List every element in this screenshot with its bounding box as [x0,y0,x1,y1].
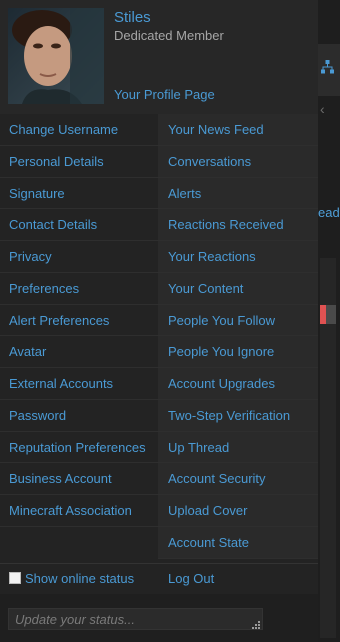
chevron-left-icon[interactable]: ‹ [320,100,334,118]
menu-item-upload-cover[interactable]: Upload Cover [158,495,318,527]
menu-item-account-upgrades[interactable]: Account Upgrades [158,368,318,400]
settings-column: Change Username Personal Details Signatu… [0,114,158,527]
menu-item-alert-preferences[interactable]: Alert Preferences [0,305,158,337]
menu-item-account-state[interactable]: Account State [158,526,318,559]
menu-item-contact-details[interactable]: Contact Details [0,209,158,241]
menu-item-reputation-preferences[interactable]: Reputation Preferences [0,432,158,464]
online-status-checkbox[interactable] [9,572,21,584]
menu-item-personal-details[interactable]: Personal Details [0,146,158,178]
menu-item-conversations[interactable]: Conversations [158,145,318,178]
resize-handle-icon[interactable] [252,621,260,629]
menu-item-people-you-follow[interactable]: People You Follow [158,304,318,337]
menu-item-password[interactable]: Password [0,400,158,432]
avatar-image [8,8,104,104]
menu-item-business-account[interactable]: Business Account [0,463,158,495]
show-online-status-label: Show online status [25,571,135,586]
menu-item-external-accounts[interactable]: External Accounts [0,368,158,400]
menu-item-preferences[interactable]: Preferences [0,273,158,305]
username[interactable]: Stiles [114,9,151,26]
menu-item-avatar[interactable]: Avatar [0,336,158,368]
show-online-status-toggle[interactable]: Show online status [9,571,134,586]
avatar[interactable] [8,8,104,104]
background-page: ‹ ead [318,0,340,642]
status-update-area [0,594,318,642]
menu-item-news-feed[interactable]: Your News Feed [158,114,318,146]
menu-footer: Show online status Log Out [0,563,318,593]
user-title: Dedicated Member [114,28,224,43]
menu-item-your-content[interactable]: Your Content [158,272,318,305]
logout-link[interactable]: Log Out [168,571,214,586]
menu-item-account-security[interactable]: Account Security [158,463,318,495]
menu-item-signature[interactable]: Signature [0,178,158,210]
menu-item-people-you-ignore[interactable]: People You Ignore [158,336,318,368]
menu-item-your-reactions[interactable]: Your Reactions [158,241,318,273]
menu-item-privacy[interactable]: Privacy [0,241,158,273]
activity-column: Your News Feed Conversations Alerts Reac… [158,114,318,559]
background-badge-ghost [326,305,336,324]
background-edge-text: ead [318,205,340,220]
account-menu: Stiles Dedicated Member Your Profile Pag… [0,0,318,642]
menu-item-change-username[interactable]: Change Username [0,114,158,146]
menu-item-two-step-verification[interactable]: Two-Step Verification [158,399,318,432]
status-input[interactable] [8,608,263,630]
menu-item-alerts[interactable]: Alerts [158,177,318,210]
profile-header: Stiles Dedicated Member Your Profile Pag… [0,0,318,114]
menu-item-reactions-received[interactable]: Reactions Received [158,209,318,241]
menu-item-up-thread[interactable]: Up Thread [158,431,318,464]
sitemap-icon[interactable] [321,60,334,74]
menu-item-minecraft-association[interactable]: Minecraft Association [0,495,158,527]
profile-page-link[interactable]: Your Profile Page [114,87,215,102]
